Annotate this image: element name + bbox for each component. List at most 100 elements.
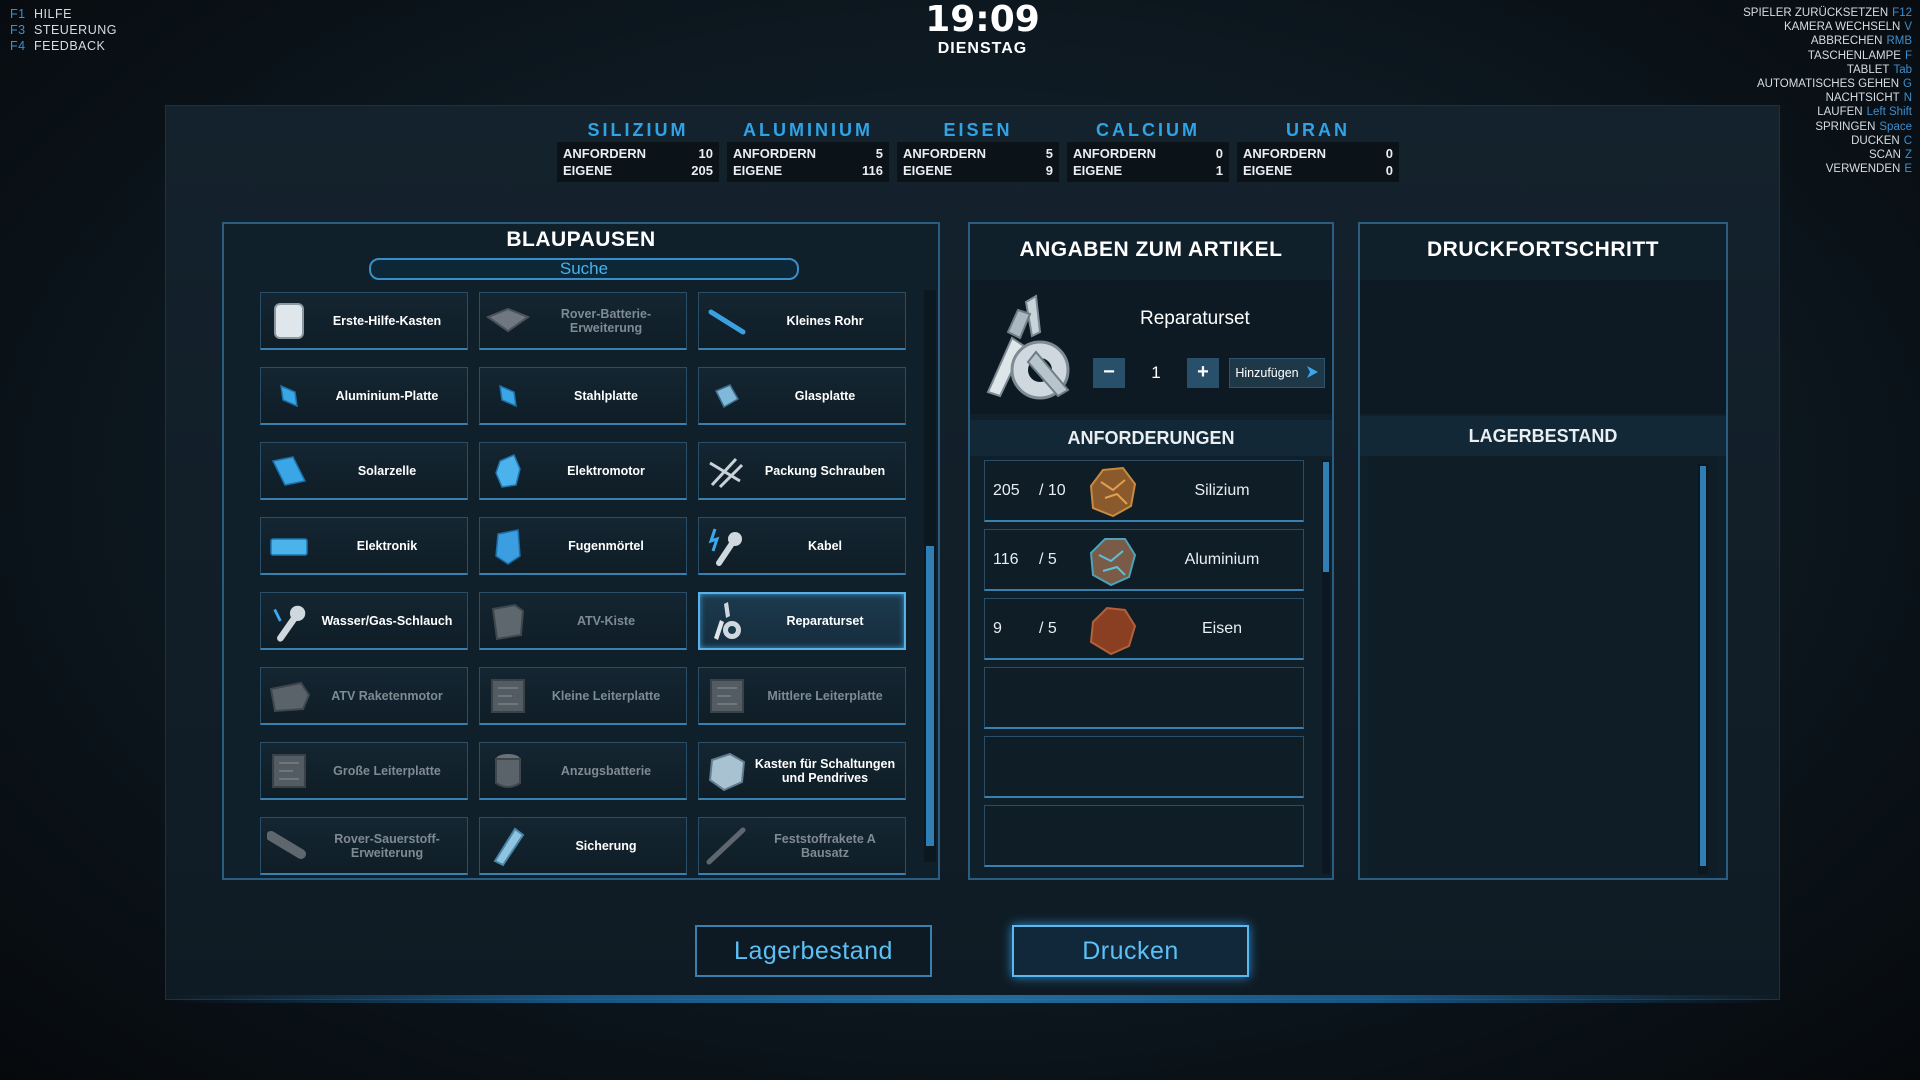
own-label: EIGENE xyxy=(733,163,783,178)
blueprint-tile[interactable]: Kabel xyxy=(698,517,906,575)
resource-name: URAN xyxy=(1286,120,1350,140)
keybind-row: LAUFEN Left Shift xyxy=(1743,105,1912,119)
increase-button[interactable]: + xyxy=(1187,358,1219,388)
grout-icon xyxy=(486,524,530,568)
clock-time: 19:09 xyxy=(925,0,1040,40)
fuse-icon xyxy=(486,824,530,868)
oxygen-tank-icon xyxy=(267,824,311,868)
keybind-label: ABBRECHEN xyxy=(1810,35,1883,48)
screws-icon xyxy=(705,449,749,493)
keybind-key: F xyxy=(1904,49,1912,62)
keybind-key: Space xyxy=(1879,120,1912,133)
game-clock: 19:09 DIENSTAG xyxy=(900,0,1065,58)
blueprint-label: Stahlplatte xyxy=(574,388,638,403)
blueprint-tile[interactable]: Erste-Hilfe-Kasten xyxy=(260,292,468,350)
keybind-key: C xyxy=(1903,134,1912,147)
blueprint-label: Reparaturset xyxy=(786,614,864,628)
keybind-row: SPRINGEN Space xyxy=(1743,120,1912,134)
requirement-row: 116 / 5 Aluminium xyxy=(984,529,1304,591)
keybind-label: SCAN xyxy=(1869,149,1901,162)
blueprint-label: Fugenmörtel xyxy=(568,538,644,553)
add-button-label: Hinzufügen xyxy=(1235,366,1299,380)
keybind-key: N xyxy=(1903,92,1912,105)
item-name: Reparaturset xyxy=(1140,308,1250,329)
own-value: 1 xyxy=(1215,163,1223,178)
resource-aluminium: ALUMINIUM ANFORDERN 5 EIGENE 116 xyxy=(727,120,889,182)
blueprint-tile[interactable]: Kasten für Schaltungen und Pendrives xyxy=(698,742,906,800)
help-label: HILFE xyxy=(34,7,72,21)
blueprint-tile[interactable]: Sicherung xyxy=(479,817,687,875)
quantity-stepper: − 1 + Hinzufügen xyxy=(1093,358,1325,388)
resource-name: SILIZIUM xyxy=(587,120,689,140)
blueprint-label: Kabel xyxy=(807,538,843,553)
help-row: F3 STEUERUNG xyxy=(10,22,117,38)
keybind-row: SPIELER ZURÜCKSETZEN F12 xyxy=(1743,6,1912,20)
requirement-name: Eisen xyxy=(1201,619,1243,637)
blueprint-tile[interactable]: Rover-Sauerstoff-Erweiterung xyxy=(260,817,468,875)
blueprint-tile[interactable]: Kleine Leiterplatte xyxy=(479,667,687,725)
resource-counts: ANFORDERN 5 EIGENE 116 xyxy=(727,142,889,182)
blueprint-label: Packung Schrauben xyxy=(764,463,886,478)
clock-day: DIENSTAG xyxy=(937,40,1028,57)
aluminium-ore-icon xyxy=(1081,532,1141,588)
inventory-list xyxy=(1368,456,1718,876)
resource-counts: ANFORDERN 5 EIGENE 9 xyxy=(897,142,1059,182)
add-button[interactable]: Hinzufügen xyxy=(1229,358,1325,388)
blueprint-tile[interactable]: Wasser/Gas-Schlauch xyxy=(260,592,468,650)
blueprint-tile[interactable]: Elektronik xyxy=(260,517,468,575)
keybind-row: AUTOMATISCHES GEHEN G xyxy=(1743,77,1912,91)
print-button[interactable]: Drucken xyxy=(1012,925,1249,977)
item-preview: Reparaturset − 1 + Hinzufügen xyxy=(970,280,1332,414)
decrease-button[interactable]: − xyxy=(1093,358,1125,388)
help-label: FEEDBACK xyxy=(34,39,106,53)
blueprint-tile[interactable]: Große Leiterplatte xyxy=(260,742,468,800)
resource-calcium: CALCIUM ANFORDERN 0 EIGENE 1 xyxy=(1067,120,1229,182)
first-aid-icon xyxy=(267,299,311,343)
requirements-list: 205 / 10 Silizium 116 / 5 Aluminium 9 / … xyxy=(984,460,1304,874)
key-label: F1 xyxy=(10,7,26,21)
inventory-button[interactable]: Lagerbestand xyxy=(695,925,932,977)
crate-icon xyxy=(486,599,530,643)
blueprint-tile[interactable]: ATV-Kiste xyxy=(479,592,687,650)
keybind-row: NACHTSICHT N xyxy=(1743,91,1912,105)
requirement-empty-slot xyxy=(984,736,1304,798)
help-hints: F1 HILFE F3 STEUERUNG F4 FEEDBACK xyxy=(10,6,117,54)
silicon-ore-icon xyxy=(1081,463,1141,519)
blueprint-tile[interactable]: Anzugsbatterie xyxy=(479,742,687,800)
blueprint-tile[interactable]: Aluminium-Platte xyxy=(260,367,468,425)
blueprint-label: Kleines Rohr xyxy=(786,313,864,328)
inventory-scroll-thumb[interactable] xyxy=(1700,466,1706,866)
own-value: 0 xyxy=(1385,163,1393,178)
quantity-value[interactable]: 1 xyxy=(1135,363,1177,383)
blueprint-tile[interactable]: Mittlere Leiterplatte xyxy=(698,667,906,725)
blueprint-tile[interactable]: Fugenmörtel xyxy=(479,517,687,575)
blueprint-tile[interactable]: Glasplatte xyxy=(698,367,906,425)
request-label: ANFORDERN xyxy=(733,146,817,161)
blueprint-scroll-thumb[interactable] xyxy=(926,546,934,846)
blueprint-label: Glasplatte xyxy=(794,388,856,403)
blueprint-tile[interactable]: Feststoffrakete A Bausatz xyxy=(698,817,906,875)
blueprint-tile[interactable]: Elektromotor xyxy=(479,442,687,500)
blueprint-tile[interactable]: Kleines Rohr xyxy=(698,292,906,350)
details-title: ANGABEN ZUM ARTIKEL xyxy=(1019,238,1283,261)
search-field[interactable]: Suche xyxy=(369,258,799,280)
blueprint-label: Sicherung xyxy=(575,838,637,853)
own-label: EIGENE xyxy=(903,163,953,178)
requirements-scroll-thumb[interactable] xyxy=(1323,462,1329,572)
repair-kit-icon xyxy=(978,292,1088,404)
blueprint-tile[interactable]: Reparaturset xyxy=(698,592,906,650)
keybind-row: TABLET Tab xyxy=(1743,63,1912,77)
request-value: 0 xyxy=(1385,146,1393,161)
keybind-label: SPRINGEN xyxy=(1815,120,1876,133)
blueprint-tile[interactable]: Rover-Batterie-Erweiterung xyxy=(479,292,687,350)
blueprint-tile[interactable]: Packung Schrauben xyxy=(698,442,906,500)
keybind-row: KAMERA WECHSELN V xyxy=(1743,20,1912,34)
blueprint-label: Kasten für Schaltungen und Pendrives xyxy=(754,756,896,785)
key-label: F4 xyxy=(10,39,26,53)
blueprint-tile[interactable]: Solarzelle xyxy=(260,442,468,500)
blueprint-tile[interactable]: Stahlplatte xyxy=(479,367,687,425)
keybind-key: V xyxy=(1904,21,1912,34)
own-value: 116 xyxy=(862,163,883,178)
blueprint-tile[interactable]: ATV Raketenmotor xyxy=(260,667,468,725)
requirement-empty-slot xyxy=(984,667,1304,729)
